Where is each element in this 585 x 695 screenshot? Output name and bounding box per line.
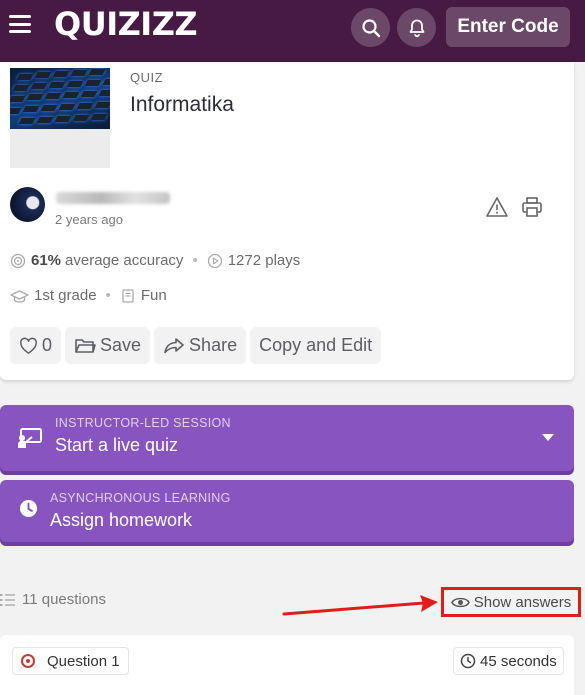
question-count-label: 11 questions (22, 591, 106, 608)
enter-code-button[interactable]: Enter Code (446, 7, 570, 47)
search-icon (361, 18, 380, 37)
presentation-icon (18, 428, 42, 448)
live-session-title: Start a live quiz (55, 435, 179, 455)
quiz-thumbnail (10, 68, 110, 168)
quiz-action-row: 0 Save Share Copy and Edit (10, 327, 385, 364)
share-icon (164, 337, 184, 353)
like-count: 0 (42, 335, 53, 355)
save-button[interactable]: Save (65, 327, 151, 364)
quizizz-logo[interactable]: QUIZIZZ (54, 5, 198, 43)
quiz-meta: 1st grade • Fun (10, 287, 167, 304)
author-avatar[interactable] (10, 187, 45, 222)
show-answers-button[interactable]: Show answers (441, 587, 581, 617)
folder-icon (75, 338, 96, 353)
question-time-chip: 45 seconds (453, 647, 564, 675)
homework-title: Assign homework (50, 510, 193, 530)
multiple-choice-icon (21, 654, 35, 668)
plays-icon (207, 253, 222, 268)
share-button[interactable]: Share (154, 327, 247, 364)
live-session-label: INSTRUCTOR-LED SESSION (55, 416, 231, 430)
plays-count: 1272 plays (227, 252, 301, 269)
search-button[interactable] (351, 8, 390, 47)
question-card[interactable]: Question 1 45 seconds (0, 635, 574, 695)
quiz-stats: 61% average accuracy • 1272 plays (10, 252, 300, 269)
clock-icon (19, 499, 38, 518)
subject-book-icon (122, 288, 134, 303)
accuracy-value: 61% (31, 252, 62, 269)
created-time: 2 years ago (55, 212, 123, 227)
question-time: 45 seconds (480, 652, 557, 670)
copy-and-edit-button[interactable]: Copy and Edit (250, 327, 382, 364)
grade-cap-icon (10, 289, 29, 303)
chevron-down-icon[interactable] (541, 433, 555, 443)
author-name-redacted (56, 192, 170, 204)
red-annotation-arrow (282, 595, 438, 616)
share-label: Share (189, 335, 238, 355)
accuracy-icon (10, 253, 26, 268)
homework-label: ASYNCHRONOUS LEARNING (50, 491, 231, 505)
print-icon[interactable] (520, 195, 544, 219)
top-bar: QUIZIZZ Enter Code (0, 0, 585, 62)
quiz-title: Informatika (130, 93, 234, 116)
quiz-type-label: QUIZ (130, 70, 164, 85)
heart-icon (20, 337, 37, 354)
menu-icon[interactable] (9, 15, 31, 33)
like-button[interactable]: 0 (10, 327, 62, 364)
list-icon (0, 593, 15, 606)
subject-label: Fun (140, 287, 167, 304)
save-label: Save (100, 335, 142, 355)
report-warning-icon[interactable] (485, 195, 509, 219)
show-answers-label: Show answers (473, 593, 572, 611)
timer-icon (460, 653, 476, 669)
notifications-button[interactable] (397, 8, 436, 47)
question-count: 11 questions (0, 591, 106, 608)
grade-label: 1st grade (34, 287, 97, 304)
bell-icon (409, 19, 424, 37)
accuracy-label: average accuracy (65, 252, 184, 269)
assign-homework-button[interactable]: ASYNCHRONOUS LEARNING Assign homework (0, 480, 574, 542)
quiz-card: QUIZ Informatika 2 years ago 61% average… (0, 62, 574, 380)
question-type-chip: Question 1 (12, 647, 129, 675)
question-label: Question 1 (47, 652, 120, 670)
eye-icon (450, 597, 470, 607)
start-live-quiz-button[interactable]: INSTRUCTOR-LED SESSION Start a live quiz (0, 405, 574, 471)
